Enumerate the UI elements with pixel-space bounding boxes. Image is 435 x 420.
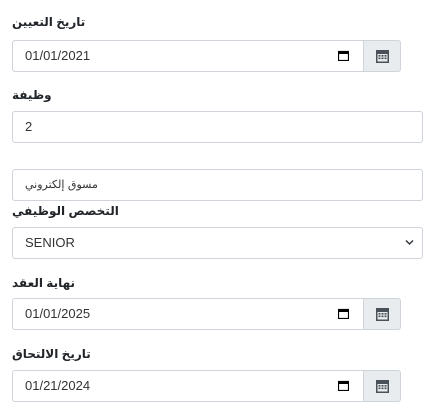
calendar-icon[interactable] [338, 380, 349, 391]
calendar-grid-icon [376, 380, 389, 393]
job-title-value: مسوق إلكتروني [25, 178, 98, 191]
calendar-grid-icon [376, 50, 389, 63]
job-input[interactable]: 2 [12, 111, 423, 143]
contract-end-value: 01/01/2025 [25, 306, 91, 321]
joining-date-calendar-button[interactable] [364, 370, 401, 402]
job-value: 2 [25, 119, 33, 134]
appointment-date-value: 01/01/2021 [25, 48, 91, 63]
job-specialty-value: SENIOR [25, 235, 75, 250]
job-label: وظيفة [12, 88, 52, 102]
contract-end-input[interactable]: 01/01/2025 [12, 298, 364, 330]
chevron-down-icon [405, 239, 414, 246]
appointment-date-input[interactable]: 01/01/2021 [12, 40, 364, 72]
job-specialty-select[interactable]: SENIOR [12, 227, 423, 259]
contract-end-calendar-button[interactable] [364, 298, 401, 330]
job-specialty-label: التخصص الوظيفي [12, 204, 119, 218]
joining-date-input[interactable]: 01/21/2024 [12, 370, 364, 402]
joining-date-value: 01/21/2024 [25, 378, 91, 393]
job-title-input[interactable]: مسوق إلكتروني [12, 169, 423, 201]
calendar-grid-icon [376, 308, 389, 321]
contract-end-label: نهاية العقد [12, 276, 76, 290]
appointment-date-label: تاريخ التعيين [12, 15, 86, 29]
appointment-date-calendar-button[interactable] [364, 40, 401, 72]
calendar-icon[interactable] [338, 50, 349, 61]
calendar-icon[interactable] [338, 308, 349, 319]
joining-date-label: تاريخ الالتحاق [12, 347, 91, 361]
